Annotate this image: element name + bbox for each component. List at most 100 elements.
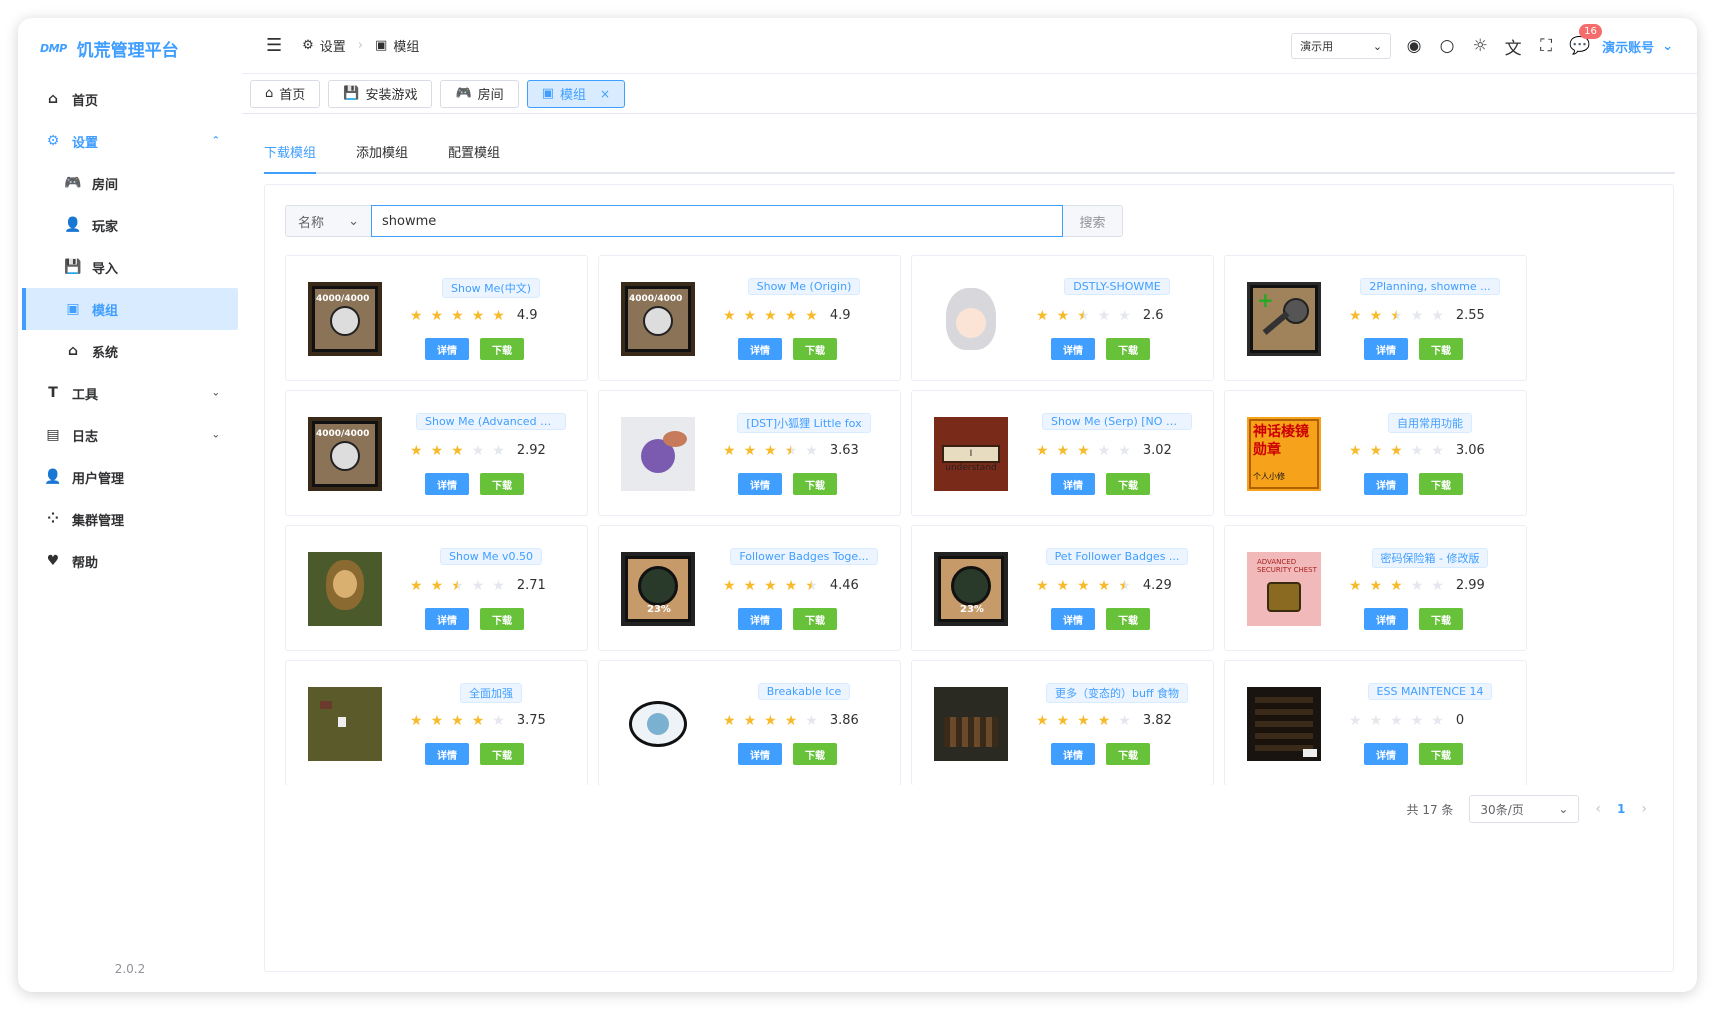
download-button[interactable]: 下载 (480, 473, 524, 495)
star-icon: ★ (1349, 442, 1362, 459)
detail-button[interactable]: 详情 (1364, 338, 1408, 360)
detail-button[interactable]: 详情 (738, 743, 782, 765)
fullscreen-icon[interactable]: ⛶ (1536, 36, 1556, 56)
next-page-icon[interactable]: › (1641, 801, 1647, 817)
message-icon[interactable]: 💬 16 (1569, 24, 1602, 56)
tag-item[interactable]: ⌂ 首页 (250, 79, 321, 108)
collapse-menu-icon[interactable]: ☰ (266, 35, 282, 56)
mod-tabs: 下载模组 添加模组 配置模组 (264, 142, 1675, 174)
star-icon: ★ (492, 442, 505, 459)
sidebar-item[interactable]: T 工具 ⌄ (18, 372, 242, 414)
demo-select[interactable]: 演示用 ⌄ (1291, 33, 1392, 59)
detail-button[interactable]: 详情 (1364, 473, 1408, 495)
mod-rating: ★ ★ ★ ★ ★ 4.46 (723, 578, 859, 593)
detail-button[interactable]: 详情 (1051, 743, 1095, 765)
detail-button[interactable]: 详情 (425, 473, 469, 495)
sidebar-item[interactable]: ⌂ 系统 (18, 330, 242, 372)
sidebar-item[interactable]: 💾 导入 (18, 246, 242, 288)
tag-item[interactable]: ▣ 模组 × (526, 79, 626, 108)
download-button[interactable]: 下载 (1106, 743, 1150, 765)
download-button[interactable]: 下载 (793, 473, 837, 495)
star-icon: ★ (743, 442, 757, 459)
demo-select-value: 演示用 (1300, 40, 1334, 53)
download-button[interactable]: 下载 (480, 743, 524, 765)
mod-card: [DST]小狐狸 Little fox ★ ★ ★ ★ ★ 3.63 详情 下载 (598, 390, 901, 516)
mod-name-tag: Pet Follower Badges ... (1037, 548, 1197, 569)
current-page[interactable]: 1 (1617, 802, 1625, 816)
sidebar-item[interactable]: 👤 用户管理 (18, 456, 242, 498)
mod-thumbnail: I understand (934, 417, 1008, 491)
tab-item[interactable]: 配置模组 (448, 142, 516, 172)
mod-name: 2Planning, showme ... (1360, 278, 1500, 295)
mod-name: Show Me v0.50 (440, 548, 542, 565)
download-button[interactable]: 下载 (793, 338, 837, 360)
detail-button[interactable]: 详情 (1364, 608, 1408, 630)
box-icon: ▣ (66, 301, 80, 317)
tab-item[interactable]: 添加模组 (356, 142, 424, 172)
tab-item[interactable]: 下载模组 (264, 142, 332, 174)
tag-item[interactable]: 🎮 房间 (440, 79, 519, 108)
search-input[interactable] (371, 205, 1063, 237)
detail-button[interactable]: 详情 (425, 743, 469, 765)
sidebar-item[interactable]: 🎮 房间 (18, 162, 242, 204)
mod-name: Show Me(中文) (441, 278, 541, 298)
download-button[interactable]: 下载 (1419, 608, 1463, 630)
theme-sun-icon[interactable]: ☼ (1470, 36, 1490, 56)
download-button[interactable]: 下载 (1106, 608, 1150, 630)
sidebar-item[interactable]: ⁘ 集群管理 (18, 498, 242, 540)
sidebar-item[interactable]: ⚙ 设置 ⌃ (18, 120, 242, 162)
mod-rating: ★ ★ ★ ★ ★ 2.99 (1349, 578, 1485, 593)
star-icon: ★ (451, 712, 464, 729)
download-button[interactable]: 下载 (480, 338, 524, 360)
star-icon: ★ (805, 712, 818, 729)
github-icon[interactable]: ◉ (1404, 36, 1424, 56)
download-button[interactable]: 下载 (1106, 338, 1150, 360)
close-icon[interactable]: × (600, 87, 610, 101)
sidebar-item[interactable]: 👤 玩家 (18, 204, 242, 246)
detail-button[interactable]: 详情 (738, 473, 782, 495)
sidebar-item[interactable]: ▤ 日志 ⌄ (18, 414, 242, 456)
download-button[interactable]: 下载 (1106, 473, 1150, 495)
star-icon: ★ (492, 307, 505, 324)
sidebar-item[interactable]: ⌂ 首页 (18, 78, 242, 120)
download-button[interactable]: 下载 (1419, 473, 1463, 495)
star-icon: ★ (1036, 577, 1049, 594)
sidebar-item[interactable]: ♥ 帮助 (18, 540, 242, 582)
tag-item[interactable]: 💾 安装游戏 (328, 79, 433, 108)
page-size-select[interactable]: 30条/页 ⌄ (1469, 795, 1580, 823)
app-title: 饥荒管理平台 (76, 40, 179, 61)
mod-name: 更多（变态的）buff 食物 (1045, 683, 1189, 703)
detail-button[interactable]: 详情 (425, 608, 469, 630)
detail-button[interactable]: 详情 (1051, 473, 1095, 495)
sidebar-item-label: 设置 (72, 135, 99, 151)
download-button[interactable]: 下载 (480, 608, 524, 630)
chevron-down-icon: ⌄ (1558, 802, 1569, 816)
download-button[interactable]: 下载 (793, 608, 837, 630)
logo[interactable]: DMP 饥荒管理平台 (18, 18, 242, 78)
tag-label: 模组 (559, 88, 586, 103)
detail-button[interactable]: 详情 (1051, 608, 1095, 630)
mod-thumbnail (621, 417, 695, 491)
detail-button[interactable]: 详情 (1364, 743, 1408, 765)
search-type-select[interactable]: 名称 ⌄ (285, 205, 371, 237)
download-button[interactable]: 下载 (1419, 338, 1463, 360)
mod-actions: 详情 下载 (738, 338, 837, 360)
detail-button[interactable]: 详情 (738, 338, 782, 360)
translate-icon[interactable]: 文 (1503, 34, 1523, 59)
star-icon: ★ (430, 712, 444, 729)
breadcrumb-item[interactable]: 设置 (320, 36, 346, 55)
detail-button[interactable]: 详情 (1051, 338, 1095, 360)
detail-button[interactable]: 详情 (738, 608, 782, 630)
search-button[interactable]: 搜索 (1063, 205, 1123, 237)
download-button[interactable]: 下载 (1419, 743, 1463, 765)
account-menu[interactable]: 演示账号 ⌄ (1602, 37, 1673, 56)
star-icon: ★ (784, 712, 798, 729)
download-button[interactable]: 下载 (793, 743, 837, 765)
search-icon[interactable]: ○ (1437, 36, 1457, 56)
sidebar-item[interactable]: ▣ 模组 (22, 288, 238, 330)
mod-thumbnail: + (1247, 282, 1321, 356)
star-icon: ★ (1410, 712, 1424, 729)
prev-page-icon[interactable]: ‹ (1595, 801, 1601, 817)
detail-button[interactable]: 详情 (425, 338, 469, 360)
mod-thumbnail (621, 687, 695, 761)
